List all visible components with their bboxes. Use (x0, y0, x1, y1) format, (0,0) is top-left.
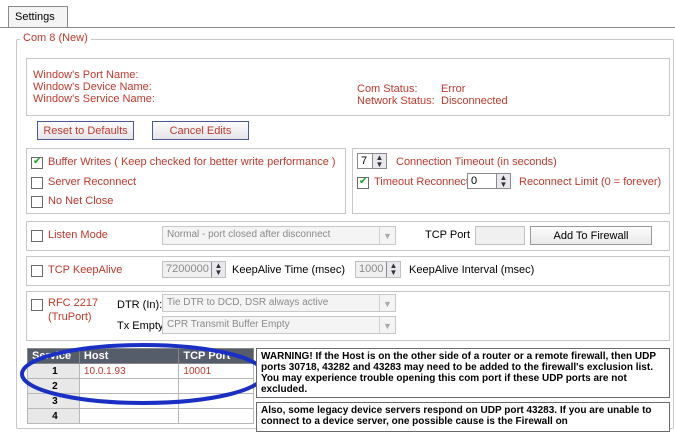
chevron-down-icon: ▼ (379, 227, 395, 244)
port-name-label: Window's Port Name: (33, 69, 139, 81)
buffer-writes-label: Buffer Writes ( Keep checked for better … (48, 156, 336, 168)
dtr-select[interactable]: Tie DTR to DCD, DSR always active ▼ (162, 294, 396, 312)
reconnect-limit-label: Reconnect Limit (0 = forever) (519, 176, 662, 188)
table-row[interactable]: 4 (27, 408, 254, 424)
connection-timeout-value: 7 (361, 155, 368, 167)
rfc2217-checkbox[interactable] (31, 299, 43, 311)
keepalive-panel (26, 256, 670, 286)
tab-divider (0, 27, 675, 28)
connection-timeout-spinner[interactable]: 7 ▲ ▼ (357, 153, 387, 169)
rfc2217-label: RFC 2217 (48, 297, 99, 309)
listen-mode-checkbox[interactable] (31, 230, 43, 242)
spin-arrows-icon[interactable]: ▲ ▼ (386, 262, 400, 277)
device-name-label: Window's Device Name: (33, 81, 152, 93)
keepalive-time-label: KeepAlive Time (msec) (232, 264, 346, 276)
server-reconnect-checkbox[interactable] (31, 177, 43, 189)
add-to-firewall-button[interactable]: Add To Firewall (530, 226, 652, 245)
listen-mode-value: Normal - port closed after disconnect (167, 229, 331, 240)
spin-arrows-icon[interactable]: ▲ ▼ (211, 262, 225, 277)
keepalive-time-spinner[interactable]: 7200000 ▲ ▼ (162, 261, 226, 278)
dtr-in-label: DTR (In): (117, 299, 163, 311)
tcp-port-cell[interactable] (178, 408, 254, 424)
dtr-value: Tie DTR to DCD, DSR always active (167, 297, 329, 308)
reset-defaults-button[interactable]: Reset to Defaults (37, 121, 134, 140)
com-status-label: Com Status: (357, 83, 418, 95)
no-net-close-checkbox[interactable] (31, 196, 43, 208)
tcp-keepalive-checkbox[interactable] (31, 265, 43, 277)
chevron-down-icon: ▼ (379, 295, 395, 311)
chevron-down-icon: ▼ (379, 317, 395, 333)
legacy-warning: Also, some legacy device servers respond… (256, 402, 670, 432)
keepalive-interval-spinner[interactable]: 1000 ▲ ▼ (355, 261, 401, 278)
cancel-edits-button[interactable]: Cancel Edits (152, 121, 249, 140)
com-status-value: Error (441, 83, 466, 95)
keepalive-time-value: 7200000 (166, 263, 209, 275)
listen-mode-select[interactable]: Normal - port closed after disconnect ▼ (162, 226, 396, 245)
spin-arrows-icon[interactable]: ▲ ▼ (372, 154, 386, 169)
timeout-reconnect-checkbox[interactable] (357, 176, 369, 189)
listen-mode-label: Listen Mode (48, 229, 108, 241)
no-net-close-label: No Net Close (48, 195, 114, 207)
buffer-writes-checkbox[interactable] (31, 156, 43, 169)
network-status-value: Disconnected (441, 95, 508, 107)
timeout-reconnect-label: Timeout Reconnect (374, 176, 469, 188)
tcp-keepalive-label: TCP KeepAlive (48, 264, 123, 276)
keepalive-interval-value: 1000 (359, 263, 384, 275)
service-name-label: Window's Service Name: (33, 93, 155, 105)
keepalive-interval-label: KeepAlive Interval (msec) (409, 264, 535, 276)
server-reconnect-label: Server Reconnect (48, 176, 137, 188)
reconnect-limit-spinner[interactable]: 0 ▲ ▼ (467, 173, 511, 189)
group-title: Com 8 (New) (20, 32, 91, 44)
connection-timeout-label: Connection Timeout (in seconds) (396, 156, 557, 168)
row-number: 4 (27, 408, 80, 424)
tx-empty-value: CPR Transmit Buffer Empty (167, 319, 290, 330)
host-cell[interactable] (78, 408, 180, 424)
firewall-warning: WARNING! If the Host is on the other sid… (256, 348, 670, 398)
reconnect-limit-value: 0 (471, 175, 478, 187)
tab-settings[interactable]: Settings (8, 6, 68, 28)
truport-label: (TruPort) (48, 311, 92, 323)
network-status-label: Network Status: (357, 95, 435, 107)
tcp-port-label: TCP Port (425, 229, 471, 241)
tx-empty-select[interactable]: CPR Transmit Buffer Empty ▼ (162, 316, 396, 334)
tcp-port-input[interactable] (475, 226, 525, 245)
spin-arrows-icon[interactable]: ▲ ▼ (496, 174, 510, 189)
highlight-ellipse (20, 343, 266, 405)
tx-empty-label: Tx Empty: (117, 320, 167, 332)
